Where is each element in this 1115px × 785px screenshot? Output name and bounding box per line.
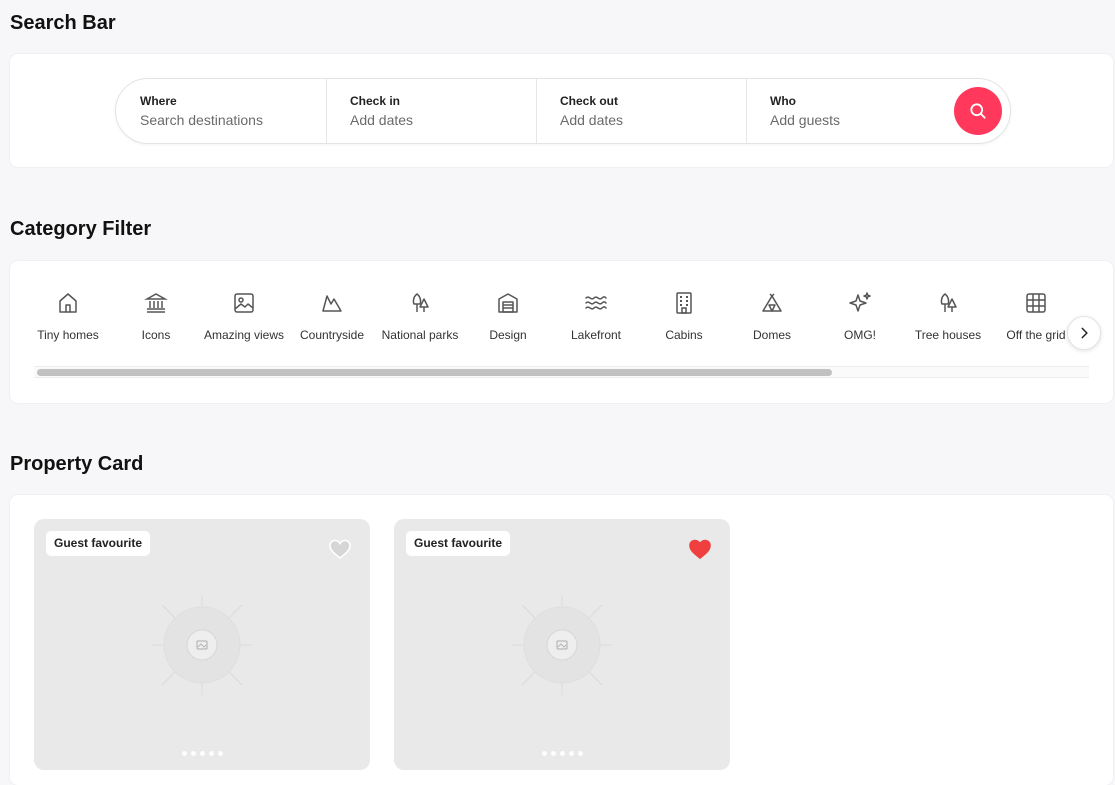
- building-icon: [676, 292, 692, 314]
- category-scroller: Tiny homes Icons Amazing views Countrysi…: [34, 287, 1089, 351]
- carousel-dot[interactable]: [208, 751, 214, 756]
- image-placeholder-icon: [512, 595, 612, 695]
- category-label: Icons: [141, 328, 171, 342]
- check-out-label: Check out: [560, 93, 619, 108]
- building-design-icon: [498, 293, 518, 313]
- category-amazing-views[interactable]: Amazing views: [200, 287, 288, 351]
- search-bar: Where Search destinations Check in Add d…: [115, 78, 1011, 144]
- check-out-value: Add dates: [560, 111, 624, 128]
- check-in-value: Add dates: [350, 111, 414, 128]
- carousel-dot[interactable]: [577, 751, 583, 756]
- sparkles-icon: [849, 292, 871, 312]
- category-next-button[interactable]: [1067, 316, 1101, 350]
- who-value: Add guests: [770, 111, 841, 128]
- who-label: Who: [770, 93, 796, 108]
- category-label: Amazing views: [203, 328, 285, 342]
- property-card-section-title: Property Card: [10, 453, 144, 475]
- check-out-field[interactable]: Check out Add dates: [536, 79, 746, 143]
- where-label: Where: [140, 93, 177, 108]
- category-icons[interactable]: Icons: [112, 287, 200, 351]
- chevron-right-icon: [1081, 327, 1088, 339]
- image-placeholder-icon: [152, 595, 252, 695]
- carousel-dot[interactable]: [181, 751, 187, 756]
- category-cabins[interactable]: Cabins: [640, 287, 728, 351]
- property-card[interactable]: Guest favourite: [34, 519, 370, 770]
- category-scrollbar-thumb[interactable]: [37, 369, 832, 376]
- trees-icon: [412, 293, 429, 312]
- mountain-icon: [322, 295, 342, 312]
- tent-icon: [762, 293, 782, 312]
- category-label: Cabins: [665, 328, 703, 342]
- heart-filled-icon[interactable]: [688, 537, 712, 561]
- check-in-label: Check in: [350, 93, 401, 108]
- carousel-dots: [34, 751, 370, 756]
- category-countryside[interactable]: Countryside: [288, 287, 376, 351]
- category-label: Tree houses: [914, 328, 982, 342]
- home-icon: [59, 293, 77, 313]
- waves-icon: [585, 296, 607, 310]
- tree-icon: [940, 293, 957, 312]
- heart-icon[interactable]: [328, 537, 352, 561]
- carousel-dots: [394, 751, 730, 756]
- property-card-panel: Guest favourite Guest favourite: [10, 495, 1113, 785]
- carousel-dot[interactable]: [550, 751, 556, 756]
- category-label: Domes: [752, 328, 791, 342]
- who-field[interactable]: Who Add guests: [746, 79, 956, 143]
- carousel-dot[interactable]: [541, 751, 547, 756]
- category-label: Design: [489, 328, 527, 342]
- image-icon: [234, 293, 254, 313]
- property-card[interactable]: Guest favourite: [394, 519, 730, 770]
- guest-favourite-badge: Guest favourite: [46, 531, 151, 556]
- landmark-icon: [144, 293, 168, 313]
- category-scrollbar[interactable]: [34, 366, 1089, 378]
- carousel-dot[interactable]: [217, 751, 223, 756]
- where-field[interactable]: Where Search destinations: [116, 79, 326, 143]
- category-label: National parks: [381, 328, 459, 342]
- search-icon: [970, 103, 986, 119]
- category-label: Tiny homes: [37, 328, 99, 342]
- category-label: Lakefront: [570, 328, 622, 342]
- category-domes[interactable]: Domes: [728, 287, 816, 351]
- category-omg[interactable]: OMG!: [816, 287, 904, 351]
- search-button[interactable]: [954, 87, 1002, 135]
- carousel-dot[interactable]: [559, 751, 565, 756]
- category-label: Countryside: [299, 328, 365, 342]
- search-bar-panel: Where Search destinations Check in Add d…: [10, 54, 1113, 167]
- guest-favourite-badge: Guest favourite: [406, 531, 511, 556]
- where-input[interactable]: Search destinations: [140, 110, 326, 130]
- category-national-parks[interactable]: National parks: [376, 287, 464, 351]
- carousel-dot[interactable]: [190, 751, 196, 756]
- category-off-the-grid[interactable]: Off the grid: [992, 287, 1080, 351]
- category-tree-houses[interactable]: Tree houses: [904, 287, 992, 351]
- carousel-dot[interactable]: [568, 751, 574, 756]
- category-filter-section-title: Category Filter: [10, 218, 152, 240]
- search-bar-section-title: Search Bar: [10, 12, 116, 34]
- category-lakefront[interactable]: Lakefront: [552, 287, 640, 351]
- category-label: Off the grid: [1006, 328, 1066, 342]
- category-design[interactable]: Design: [464, 287, 552, 351]
- carousel-dot[interactable]: [199, 751, 205, 756]
- category-filter-panel: Tiny homes Icons Amazing views Countrysi…: [10, 261, 1113, 403]
- grid-icon: [1026, 293, 1046, 313]
- category-label: OMG!: [844, 328, 876, 342]
- check-in-field[interactable]: Check in Add dates: [326, 79, 536, 143]
- category-tiny-homes[interactable]: Tiny homes: [34, 287, 112, 351]
